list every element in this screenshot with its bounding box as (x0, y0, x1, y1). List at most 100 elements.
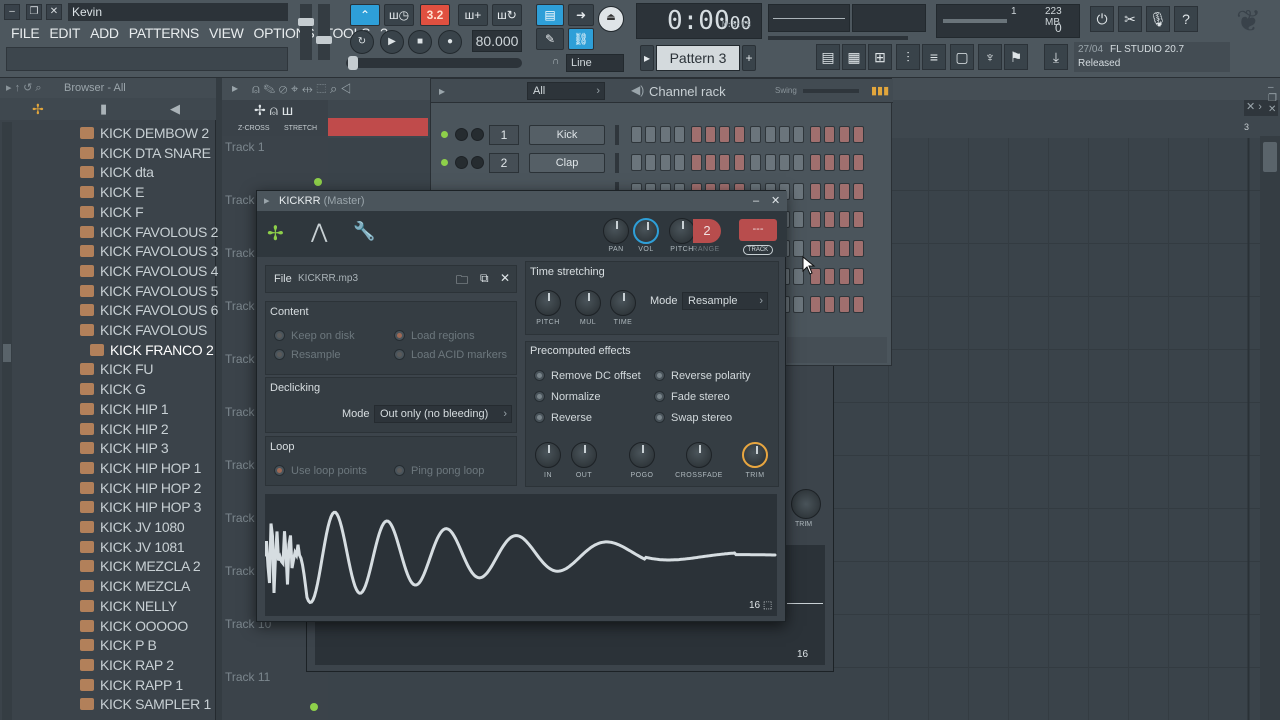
plugin-icon[interactable]: ♆ (978, 44, 1002, 70)
mixer-track-button[interactable]: --- (739, 219, 777, 241)
remove-dc-radio[interactable] (534, 370, 545, 381)
declick-mode-select[interactable]: Out only (no bleeding) (374, 405, 512, 423)
stretch-mul-knob[interactable] (575, 290, 601, 316)
menu-view[interactable]: VIEW (204, 23, 249, 43)
step-button[interactable] (809, 239, 821, 257)
pattern-clip-strip[interactable] (328, 118, 428, 136)
reverse-option[interactable]: Reverse (534, 412, 592, 424)
tempo-display[interactable]: 80.000 (472, 30, 522, 52)
record-button[interactable]: ● (438, 30, 462, 54)
performance-icon[interactable]: ⚑ (1004, 44, 1028, 70)
playlist-menu-icon[interactable]: ▸ (232, 81, 238, 95)
step-button[interactable] (674, 154, 686, 172)
reverse-polarity-option[interactable]: Reverse polarity (654, 370, 750, 382)
plugin-close-icon[interactable]: ✕ (771, 191, 780, 211)
step-button[interactable] (853, 126, 864, 143)
step-counter[interactable]: 3.2 (420, 4, 450, 26)
step-button[interactable] (824, 296, 836, 314)
step-button[interactable] (838, 211, 850, 229)
pattern-song-toggle[interactable]: ⌃ (350, 4, 380, 26)
step-button[interactable] (659, 126, 671, 143)
open-folder-icon[interactable]: 🗀 (456, 271, 468, 292)
channel-name-button[interactable]: Clap (529, 153, 605, 174)
envelope-tab-icon[interactable]: ⋀ (311, 219, 327, 244)
browser-file-item[interactable]: KICK dta (80, 163, 154, 183)
channel-pan-knob[interactable] (455, 128, 468, 141)
favorites-icon[interactable]: ✢ (32, 101, 44, 118)
playlist-vscrollbar[interactable] (1260, 136, 1280, 720)
channel-mute-led[interactable] (441, 159, 448, 167)
restore-icon[interactable]: ❐ (26, 4, 42, 20)
stretch-pitch-knob[interactable] (535, 290, 561, 316)
step-button[interactable] (631, 154, 642, 172)
channel-rack-icon[interactable]: ⊞ (868, 44, 892, 70)
play-button[interactable]: ▶ (380, 30, 404, 54)
volume-knob[interactable] (633, 218, 659, 244)
keep-on-disk-radio[interactable] (274, 330, 285, 341)
browser-file-item[interactable]: KICK JV 1080 (80, 518, 185, 538)
step-button[interactable] (793, 182, 805, 200)
channel-volume-knob[interactable] (471, 156, 484, 170)
clear-file-icon[interactable]: ✕ (500, 271, 510, 285)
microphone-icon[interactable]: 🎙 (1146, 6, 1170, 32)
step-button[interactable] (853, 154, 864, 172)
use-loop-radio[interactable] (274, 465, 285, 476)
track-label[interactable]: Track 11 (225, 670, 270, 684)
keyboard-typing-icon[interactable]: ▤ (536, 4, 564, 26)
wave-zoom-badge[interactable]: 16 ⬚ (749, 600, 772, 611)
link-icon[interactable]: ⛓ (568, 28, 594, 50)
step-button[interactable] (838, 239, 850, 257)
browser-file-item[interactable]: KICK DTA SNARE (80, 144, 211, 164)
browser-file-item[interactable]: KICK G (80, 380, 146, 400)
resample-option[interactable]: Resample (274, 349, 341, 361)
browser-file-item[interactable]: KICK FU (80, 360, 153, 380)
step-button[interactable] (809, 182, 821, 200)
pitch-range-value[interactable]: 2 (693, 219, 721, 243)
browser-file-item[interactable]: KICK HIP 1 (80, 400, 169, 420)
step-button[interactable] (793, 126, 805, 143)
track-label[interactable]: Track 1 (225, 140, 265, 154)
snap-knob-icon[interactable]: ⏏ (598, 6, 624, 32)
add-pattern-icon[interactable]: + (742, 45, 756, 71)
sample-tab-icon[interactable]: ✢ (267, 221, 284, 246)
step-button[interactable] (705, 154, 716, 172)
step-button[interactable] (719, 154, 731, 172)
pitch-knob[interactable] (669, 218, 695, 244)
plugin-minimize-icon[interactable]: – (753, 191, 759, 211)
step-button[interactable] (733, 126, 745, 143)
track-mute-led-11[interactable] (310, 703, 318, 711)
trim-knob[interactable] (742, 442, 768, 468)
step-button[interactable] (809, 126, 821, 143)
remove-dc-option[interactable]: Remove DC offset (534, 370, 641, 382)
channel-rack-menu-icon[interactable]: ▸ (439, 84, 445, 98)
load-regions-option[interactable]: Load regions (394, 330, 475, 342)
browser-file-item[interactable]: KICK FRANCO 2 (90, 341, 214, 361)
browser-file-item[interactable]: KICK E (80, 183, 144, 203)
step-button[interactable] (793, 296, 805, 314)
fade-stereo-radio[interactable] (654, 391, 665, 402)
load-acid-radio[interactable] (394, 349, 405, 360)
use-loop-option[interactable]: Use loop points (274, 465, 367, 477)
browser-file-item[interactable]: KICK HIP HOP 2 (80, 479, 201, 499)
browser-file-item[interactable]: KICK P B (80, 636, 157, 656)
step-button[interactable] (838, 154, 850, 172)
step-button[interactable] (853, 239, 864, 257)
metronome-button[interactable]: ш◷ (384, 4, 414, 26)
pogo-knob[interactable] (629, 442, 655, 468)
step-button[interactable] (779, 126, 790, 143)
step-button[interactable] (779, 154, 790, 172)
browser-file-item[interactable]: KICK HIP HOP 1 (80, 459, 201, 479)
browser-file-item[interactable]: KICK HIP 2 (80, 420, 169, 440)
channel-number[interactable]: 1 (489, 125, 519, 145)
browser-icon[interactable]: ≡ (922, 44, 946, 70)
browser-file-item[interactable]: KICK FAVOLOUS 2 (80, 223, 218, 243)
step-button[interactable] (853, 296, 864, 314)
step-button[interactable] (838, 126, 850, 143)
step-button[interactable] (838, 268, 850, 285)
step-button[interactable] (853, 211, 864, 229)
browser-file-item[interactable]: KICK JV 1081 (80, 538, 185, 558)
pattern-select[interactable]: Pattern 3 (656, 45, 740, 71)
step-button[interactable] (824, 239, 836, 257)
step-button[interactable] (838, 296, 850, 314)
graph-editor-icon[interactable]: ▮▮▮ (871, 84, 889, 97)
